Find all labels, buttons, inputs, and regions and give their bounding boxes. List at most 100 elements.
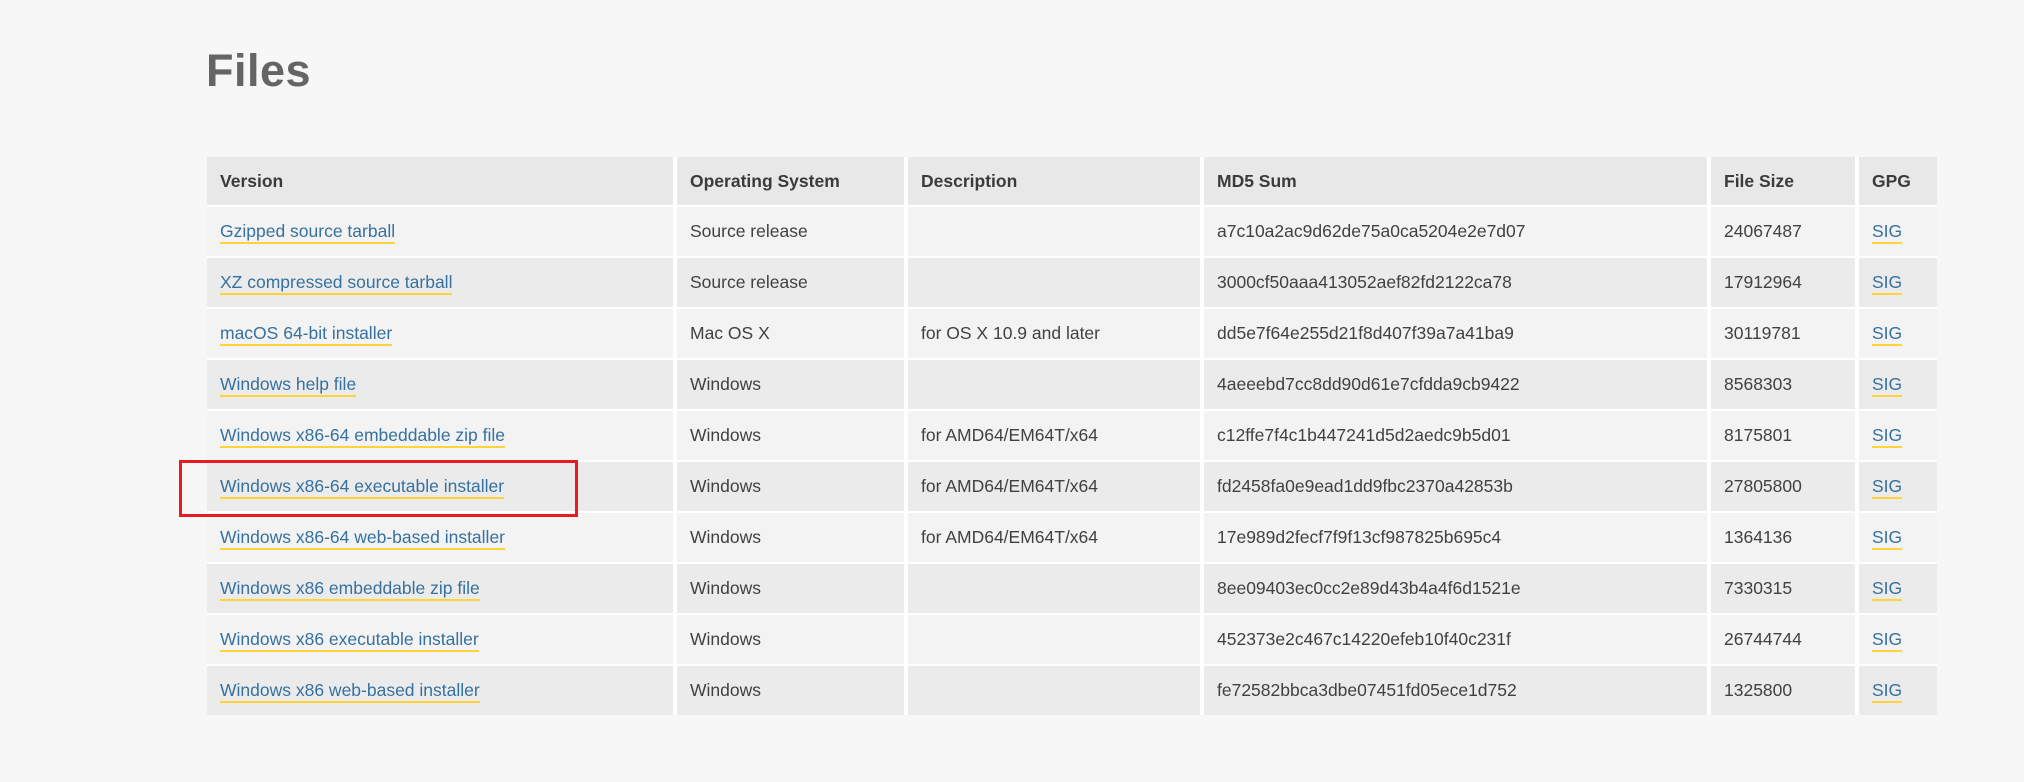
column-header-operating-system: Operating System [673,157,904,205]
version-link[interactable]: Windows x86 embeddable zip file [220,578,480,601]
table-row: Windows x86-64 embeddable zip file Windo… [207,409,1937,460]
md5-sum-cell: c12ffe7f4c1b447241d5d2aedc9b5d01 [1200,409,1707,460]
file-size-cell: 17912964 [1707,256,1855,307]
sig-link[interactable]: SIG [1872,527,1902,550]
version-link[interactable]: Windows x86-64 embeddable zip file [220,425,505,448]
sig-link[interactable]: SIG [1872,578,1902,601]
table-row: Gzipped source tarball Source release a7… [207,205,1937,256]
version-link[interactable]: Windows help file [220,374,356,397]
version-link[interactable]: Gzipped source tarball [220,221,395,244]
version-cell: Windows x86-64 web-based installer [207,511,673,562]
table-row: Windows x86 embeddable zip file Windows … [207,562,1937,613]
version-cell: macOS 64-bit installer [207,307,673,358]
table-row: Windows help file Windows 4aeeebd7cc8dd9… [207,358,1937,409]
file-size-cell: 26744744 [1707,613,1855,664]
version-cell: XZ compressed source tarball [207,256,673,307]
version-link[interactable]: Windows x86 web-based installer [220,680,480,703]
description-cell [904,358,1200,409]
operating-system-cell: Windows [673,511,904,562]
version-link[interactable]: Windows x86-64 web-based installer [220,527,505,550]
column-header-description: Description [904,157,1200,205]
column-header-md5-sum: MD5 Sum [1200,157,1707,205]
gpg-cell: SIG [1855,256,1937,307]
description-cell [904,562,1200,613]
description-cell [904,664,1200,715]
operating-system-cell: Source release [673,256,904,307]
description-cell: for AMD64/EM64T/x64 [904,409,1200,460]
operating-system-cell: Mac OS X [673,307,904,358]
md5-sum-cell: 4aeeebd7cc8dd90d61e7cfdda9cb9422 [1200,358,1707,409]
md5-sum-cell: 452373e2c467c14220efeb10f40c231f [1200,613,1707,664]
table-header-row: Version Operating System Description MD5… [207,157,1937,205]
operating-system-cell: Windows [673,613,904,664]
operating-system-cell: Windows [673,460,904,511]
sig-link[interactable]: SIG [1872,680,1902,703]
operating-system-cell: Windows [673,409,904,460]
version-link[interactable]: XZ compressed source tarball [220,272,452,295]
md5-sum-cell: 8ee09403ec0cc2e89d43b4a4f6d1521e [1200,562,1707,613]
gpg-cell: SIG [1855,460,1937,511]
version-cell: Windows x86 executable installer [207,613,673,664]
sig-link[interactable]: SIG [1872,221,1902,244]
file-size-cell: 7330315 [1707,562,1855,613]
description-cell [904,613,1200,664]
version-cell: Windows x86 web-based installer [207,664,673,715]
column-header-file-size: File Size [1707,157,1855,205]
gpg-cell: SIG [1855,358,1937,409]
file-size-cell: 24067487 [1707,205,1855,256]
version-link[interactable]: Windows x86-64 executable installer [220,476,504,499]
files-table-container: Version Operating System Description MD5… [207,157,1937,715]
version-cell: Windows x86-64 executable installer [207,460,673,511]
file-size-cell: 27805800 [1707,460,1855,511]
table-row: Windows x86 executable installer Windows… [207,613,1937,664]
files-table: Version Operating System Description MD5… [207,157,1937,715]
description-cell [904,256,1200,307]
gpg-cell: SIG [1855,307,1937,358]
operating-system-cell: Windows [673,562,904,613]
gpg-cell: SIG [1855,613,1937,664]
gpg-cell: SIG [1855,511,1937,562]
gpg-cell: SIG [1855,409,1937,460]
version-cell: Gzipped source tarball [207,205,673,256]
table-row: macOS 64-bit installer Mac OS X for OS X… [207,307,1937,358]
operating-system-cell: Windows [673,358,904,409]
sig-link[interactable]: SIG [1872,476,1902,499]
file-size-cell: 8568303 [1707,358,1855,409]
table-row: Windows x86-64 web-based installer Windo… [207,511,1937,562]
sig-link[interactable]: SIG [1872,272,1902,295]
gpg-cell: SIG [1855,205,1937,256]
table-row: Windows x86 web-based installer Windows … [207,664,1937,715]
table-row: XZ compressed source tarball Source rele… [207,256,1937,307]
column-header-gpg: GPG [1855,157,1937,205]
file-size-cell: 30119781 [1707,307,1855,358]
md5-sum-cell: 17e989d2fecf7f9f13cf987825b695c4 [1200,511,1707,562]
column-header-version: Version [207,157,673,205]
sig-link[interactable]: SIG [1872,425,1902,448]
gpg-cell: SIG [1855,664,1937,715]
page-title: Files [206,48,311,93]
version-cell: Windows x86 embeddable zip file [207,562,673,613]
description-cell: for OS X 10.9 and later [904,307,1200,358]
gpg-cell: SIG [1855,562,1937,613]
version-cell: Windows x86-64 embeddable zip file [207,409,673,460]
file-size-cell: 1364136 [1707,511,1855,562]
sig-link[interactable]: SIG [1872,629,1902,652]
sig-link[interactable]: SIG [1872,323,1902,346]
version-cell: Windows help file [207,358,673,409]
md5-sum-cell: a7c10a2ac9d62de75a0ca5204e2e7d07 [1200,205,1707,256]
version-link[interactable]: macOS 64-bit installer [220,323,392,346]
md5-sum-cell: fe72582bbca3dbe07451fd05ece1d752 [1200,664,1707,715]
version-link[interactable]: Windows x86 executable installer [220,629,479,652]
table-row: Windows x86-64 executable installer Wind… [207,460,1937,511]
file-size-cell: 8175801 [1707,409,1855,460]
description-cell [904,205,1200,256]
files-page: Files Version Operating System Descripti… [0,0,2024,782]
sig-link[interactable]: SIG [1872,374,1902,397]
md5-sum-cell: dd5e7f64e255d21f8d407f39a7a41ba9 [1200,307,1707,358]
md5-sum-cell: fd2458fa0e9ead1dd9fbc2370a42853b [1200,460,1707,511]
description-cell: for AMD64/EM64T/x64 [904,460,1200,511]
operating-system-cell: Windows [673,664,904,715]
md5-sum-cell: 3000cf50aaa413052aef82fd2122ca78 [1200,256,1707,307]
file-size-cell: 1325800 [1707,664,1855,715]
description-cell: for AMD64/EM64T/x64 [904,511,1200,562]
